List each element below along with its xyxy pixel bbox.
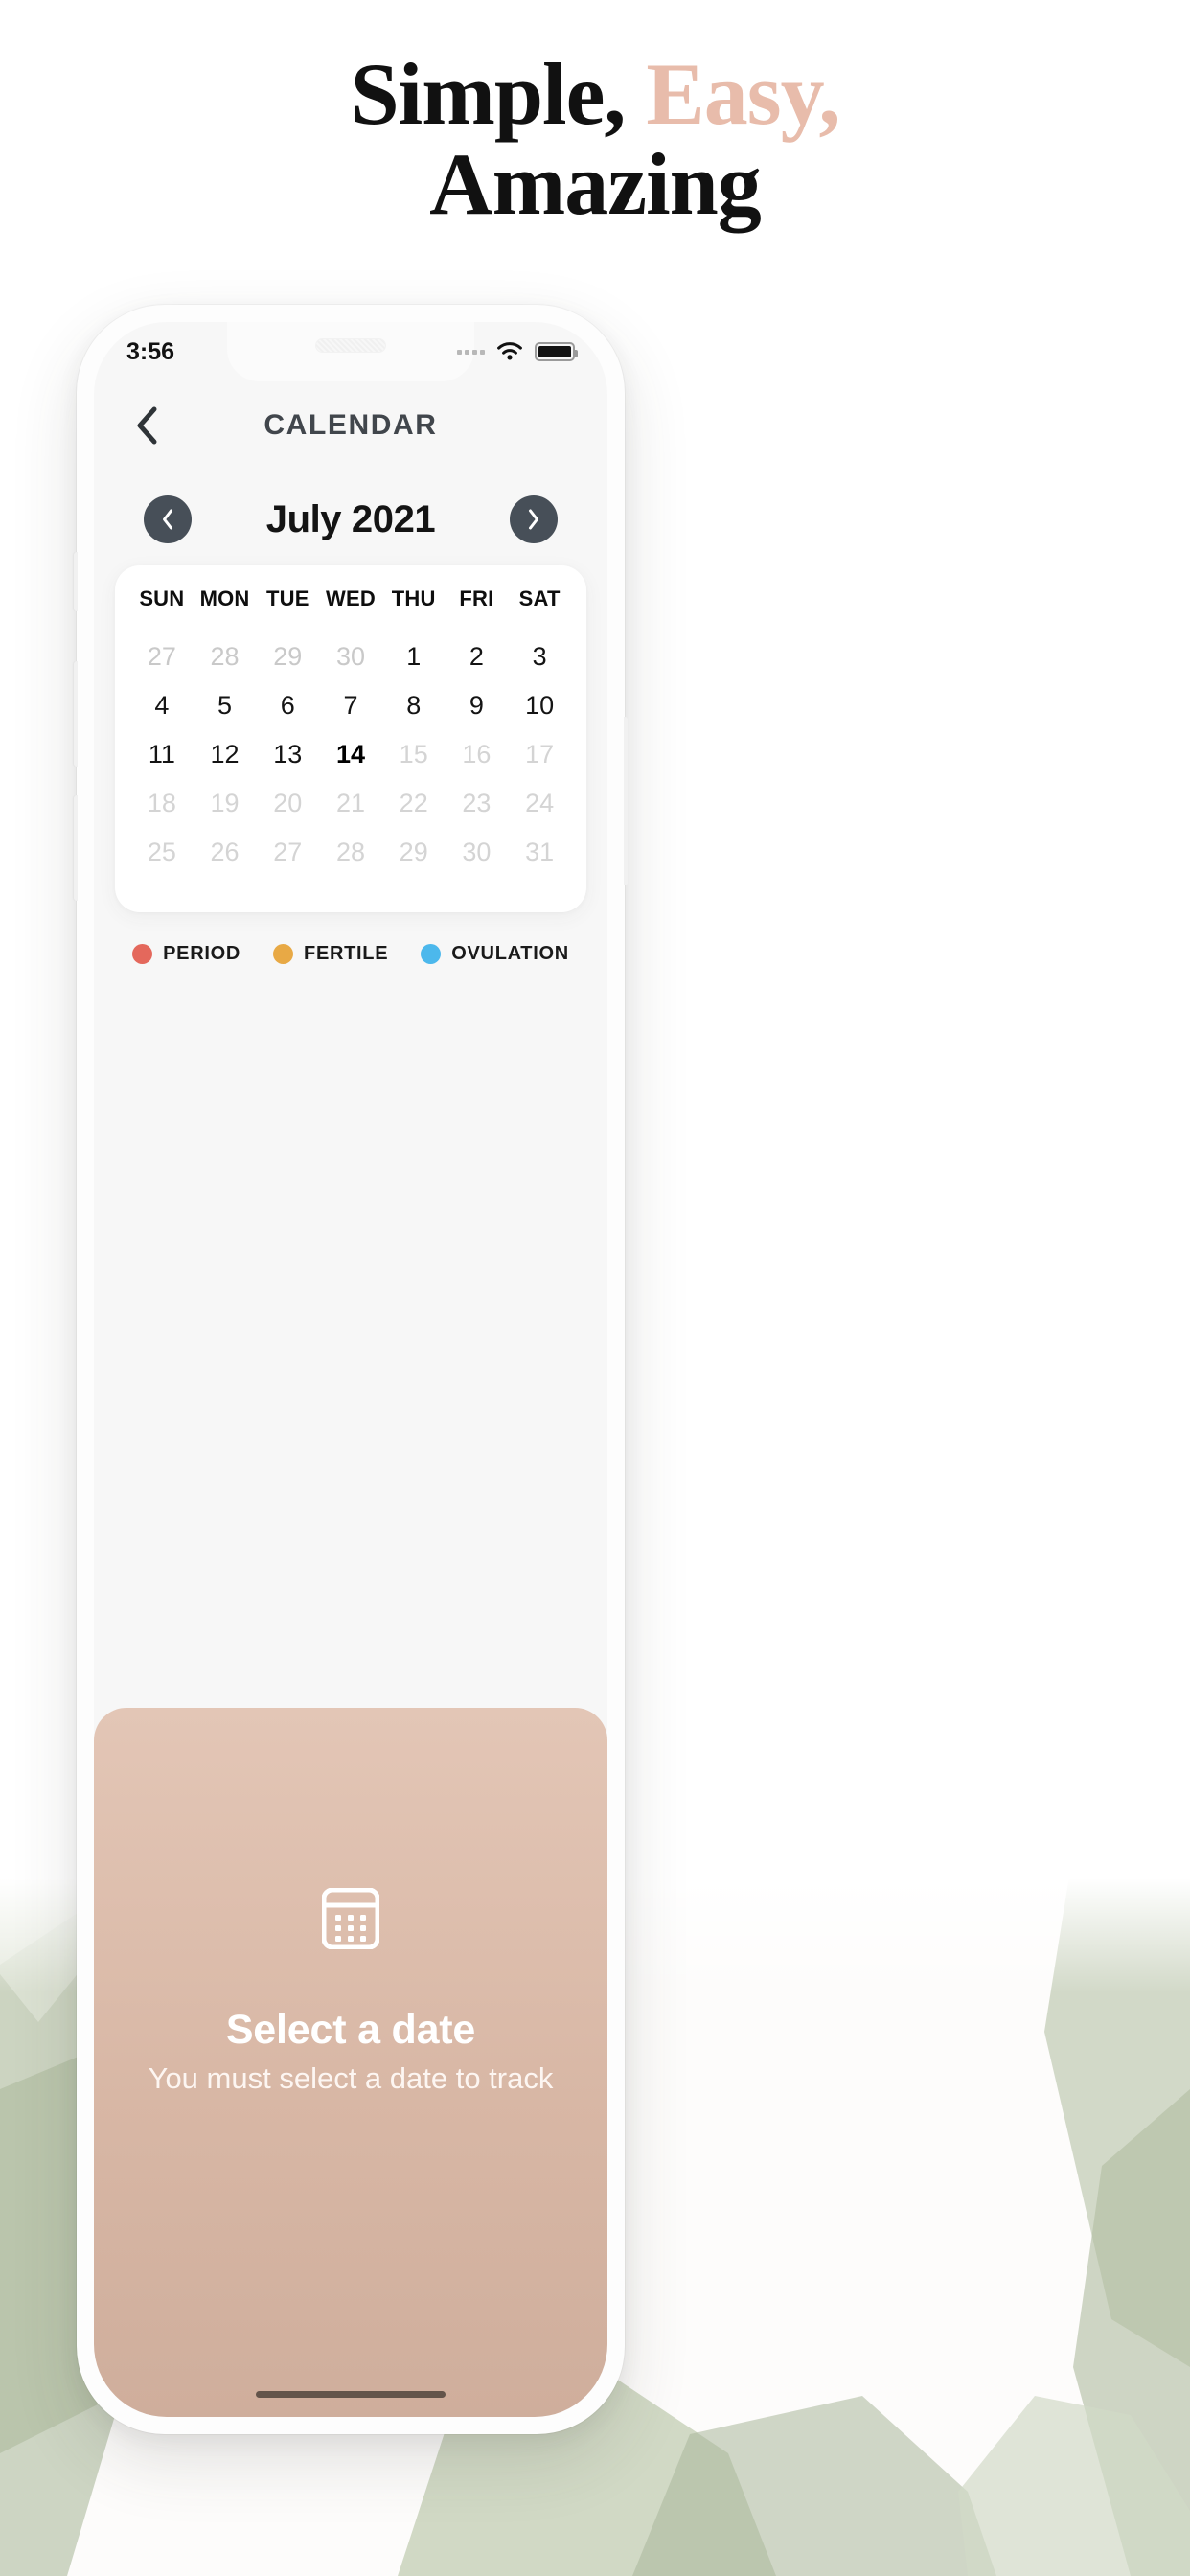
calendar-day[interactable]: 21 <box>319 779 382 828</box>
chevron-left-circle-icon <box>163 509 172 530</box>
legend-label: FERTILE <box>304 943 389 964</box>
calendar-day[interactable]: 17 <box>508 730 571 779</box>
calendar-day[interactable]: 31 <box>508 828 571 877</box>
weekday-header-row: SUN MON TUE WED THU FRI SAT <box>130 565 571 632</box>
app-nav-bar: CALENDAR <box>94 385 607 466</box>
calendar-day[interactable]: 25 <box>130 828 194 877</box>
next-month-button[interactable] <box>510 495 558 543</box>
calendar-day[interactable]: 28 <box>319 828 382 877</box>
calendar-day[interactable]: 20 <box>256 779 319 828</box>
wifi-icon <box>497 342 522 360</box>
weekday-label: MON <box>199 586 250 610</box>
calendar-day[interactable]: 4 <box>130 681 194 730</box>
calendar-card: SUN MON TUE WED THU FRI SAT 27 28 29 30 1 2 3 4 5 6 7 8 9 1… <box>115 565 586 912</box>
cycle-legend: PERIOD FERTILE OVULATION <box>94 943 607 965</box>
calendar-day[interactable]: 26 <box>194 828 257 877</box>
weekday-label: SUN <box>139 586 185 610</box>
chevron-left-icon <box>137 406 157 445</box>
calendar-day[interactable]: 5 <box>194 681 257 730</box>
calendar-day[interactable]: 10 <box>508 681 571 730</box>
weekday-label: SAT <box>518 586 561 610</box>
calendar-day[interactable]: 23 <box>446 779 509 828</box>
signal-dots-icon <box>457 349 485 355</box>
legend-item: OVULATION <box>421 943 569 965</box>
legend-color-dot <box>421 944 442 964</box>
calendar-day[interactable]: 29 <box>256 632 319 681</box>
previous-month-button[interactable] <box>144 495 192 543</box>
calendar-day[interactable]: 30 <box>319 632 382 681</box>
weekday-label: FRI <box>459 586 494 610</box>
weekday-label: TUE <box>265 586 309 610</box>
calendar-day[interactable]: 3 <box>508 632 571 681</box>
headline-part-amazing: Amazing <box>429 134 762 233</box>
calendar-day[interactable]: 27 <box>256 828 319 877</box>
volume-up-button[interactable] <box>74 661 78 767</box>
legend-item: PERIOD <box>132 943 240 965</box>
calendar-day[interactable]: 8 <box>382 681 446 730</box>
page-headline: Simple, Easy, Amazing <box>0 49 1190 233</box>
calendar-day[interactable]: 12 <box>194 730 257 779</box>
calendar-day[interactable]: 7 <box>319 681 382 730</box>
status-bar: 3:56 <box>94 322 607 381</box>
phone-screen: 3:56 CALENDAR July 2021 SUN MON TUE WED … <box>94 322 607 2417</box>
battery-icon <box>535 342 578 361</box>
panel-subtitle: You must select a date to track <box>148 2061 554 2095</box>
phone-mockup: 3:56 CALENDAR July 2021 SUN MON TUE WED … <box>74 305 628 2434</box>
calendar-day[interactable]: 22 <box>382 779 446 828</box>
calendar-day-grid[interactable]: 27 28 29 30 1 2 3 4 5 6 7 8 9 10 11 12 13 14 15 16 17 18 19 20 2… <box>130 632 571 877</box>
headline-part-simple: Simple, <box>350 45 647 143</box>
legend-color-dot <box>132 944 153 964</box>
panel-title: Select a date <box>225 2007 476 2053</box>
calendar-day[interactable]: 13 <box>256 730 319 779</box>
back-button[interactable] <box>121 400 172 451</box>
legend-label: PERIOD <box>163 943 241 964</box>
weekday-label: THU <box>391 586 436 610</box>
calendar-day[interactable]: 18 <box>130 779 194 828</box>
calendar-day-today[interactable]: 14 <box>319 730 382 779</box>
power-button[interactable] <box>624 717 628 886</box>
calendar-day[interactable]: 15 <box>382 730 446 779</box>
chevron-right-circle-icon <box>529 509 538 530</box>
headline-part-easy: Easy, <box>646 45 840 143</box>
legend-label: OVULATION <box>451 943 569 964</box>
calendar-day[interactable]: 16 <box>446 730 509 779</box>
month-year-label: July 2021 <box>265 497 436 540</box>
calendar-day[interactable]: 9 <box>446 681 509 730</box>
calendar-day[interactable]: 11 <box>130 730 194 779</box>
volume-down-button[interactable] <box>74 795 78 901</box>
calendar-day[interactable]: 28 <box>194 632 257 681</box>
weekday-label: WED <box>326 586 376 610</box>
calendar-day[interactable]: 29 <box>382 828 446 877</box>
calendar-day[interactable]: 2 <box>446 632 509 681</box>
calendar-day[interactable]: 30 <box>446 828 509 877</box>
calendar-day[interactable]: 19 <box>194 779 257 828</box>
calendar-day[interactable]: 27 <box>130 632 194 681</box>
month-navigation: July 2021 <box>94 475 607 564</box>
legend-item: FERTILE <box>273 943 388 965</box>
legend-color-dot <box>273 944 294 964</box>
silent-switch[interactable] <box>74 552 78 611</box>
calendar-icon <box>322 1888 379 1949</box>
calendar-day[interactable]: 6 <box>256 681 319 730</box>
status-time: 3:56 <box>126 337 175 365</box>
select-date-panel: Select a date You must select a date to … <box>94 1708 607 2417</box>
calendar-day[interactable]: 24 <box>508 779 571 828</box>
calendar-day[interactable]: 1 <box>382 632 446 681</box>
home-indicator[interactable] <box>256 2391 446 2398</box>
